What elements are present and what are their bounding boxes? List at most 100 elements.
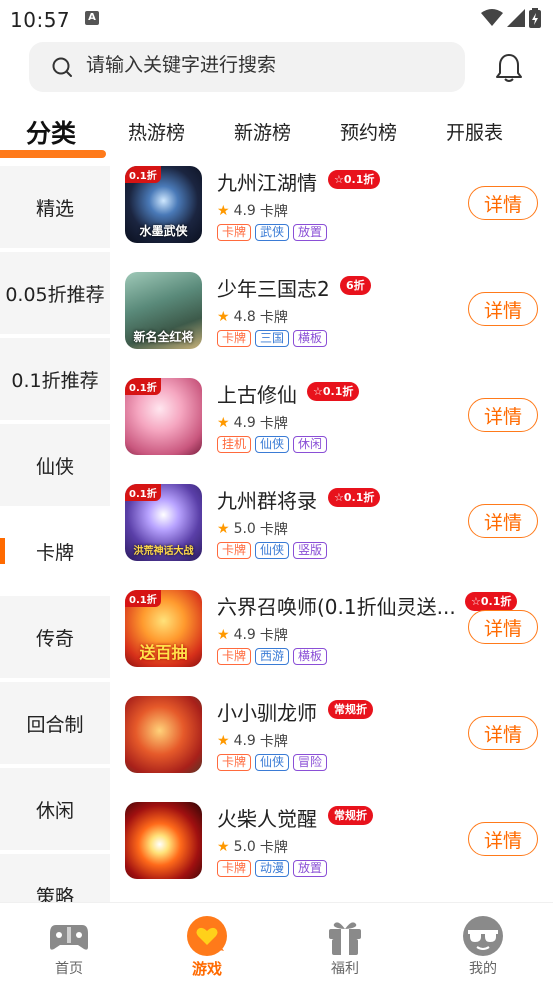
status-time: 10:57	[10, 8, 71, 32]
rating-value: 4.8	[233, 309, 256, 325]
game-rating: ★ 4.8 卡牌	[217, 307, 288, 327]
game-rating: ★ 4.9 卡牌	[217, 731, 288, 751]
discount-badge: ☆0.1折	[328, 170, 381, 189]
game-item[interactable]: 小小驯龙师 常规折 ★ 4.9 卡牌 卡牌 仙侠 冒险 详情	[110, 690, 553, 796]
game-genre: 卡牌	[259, 204, 288, 220]
detail-button[interactable]: 详情	[468, 398, 538, 432]
sidebar-item-label: 仙侠	[35, 455, 74, 478]
nav-welfare[interactable]: 福利	[276, 903, 414, 984]
sidebar-item-xianxia[interactable]: 仙侠	[0, 424, 110, 506]
bell-icon[interactable]	[494, 52, 524, 84]
game-tag: 动漫	[255, 860, 290, 877]
tab-category[interactable]: 分类	[26, 114, 76, 150]
sidebar: 精选 0.05折推荐 0.1折推荐 仙侠 卡牌 传奇 回合制 休闲 策略	[0, 166, 110, 902]
game-item[interactable]: 火柴人觉醒 常规折 ★ 5.0 卡牌 卡牌 动漫 放置 详情	[110, 796, 553, 902]
game-genre: 卡牌	[259, 628, 288, 644]
tab-server[interactable]: 开服表	[446, 118, 503, 145]
detail-button[interactable]: 详情	[468, 610, 538, 644]
tab-reserve[interactable]: 预约榜	[340, 118, 397, 145]
nav-label: 游戏	[191, 960, 222, 978]
game-genre: 卡牌	[259, 522, 288, 538]
star-icon: ★	[217, 839, 230, 855]
game-cover	[125, 696, 202, 773]
sidebar-item-label: 回合制	[26, 713, 84, 736]
tab-hot[interactable]: 热游榜	[128, 118, 185, 145]
game-item[interactable]: 0.1折 送百抽 六界召唤师(0.1折仙灵送... ☆0.1折 ★ 4.9 卡牌 卡…	[110, 584, 553, 690]
notification-a-icon: A	[85, 11, 99, 25]
game-tag: 休闲	[293, 436, 328, 453]
game-item[interactable]: 新名全红将 少年三国志2 6折 ★ 4.8 卡牌 卡牌 三国 横板 详情	[110, 266, 553, 372]
game-name: 小小驯龙师	[217, 701, 317, 725]
sidebar-item-label: 0.1折推荐	[11, 369, 99, 392]
rating-value: 4.9	[233, 733, 256, 749]
gift-icon	[329, 922, 361, 955]
sidebar-item-card[interactable]: 卡牌	[0, 510, 110, 592]
nav-label: 我的	[469, 961, 497, 977]
game-cover: 新名全红将	[125, 272, 202, 349]
star-icon: ★	[217, 627, 230, 643]
game-tag: 武侠	[255, 224, 290, 241]
star-icon: ★	[217, 521, 230, 537]
search-bar[interactable]	[29, 42, 465, 92]
game-cover: 0.1折 洪荒神话大战	[125, 484, 202, 561]
discount-badge: 常规折	[328, 700, 373, 719]
rating-value: 5.0	[233, 839, 256, 855]
nav-profile[interactable]: 我的	[414, 903, 552, 984]
detail-button[interactable]: 详情	[468, 292, 538, 326]
sidebar-item-legend[interactable]: 传奇	[0, 596, 110, 678]
tab-new[interactable]: 新游榜	[234, 118, 291, 145]
game-rating: ★ 5.0 卡牌	[217, 837, 288, 857]
rating-value: 4.9	[233, 415, 256, 431]
discount-badge: 6折	[340, 276, 371, 295]
search-input[interactable]	[86, 54, 446, 76]
wifi-icon	[481, 9, 503, 26]
game-tag: 卡牌	[217, 224, 252, 241]
game-tag: 仙侠	[255, 436, 290, 453]
game-tag: 放置	[293, 860, 328, 877]
gamepad-icon	[50, 925, 88, 950]
game-tag: 放置	[293, 224, 328, 241]
game-tag: 竖版	[293, 542, 328, 559]
sidebar-item-label: 卡牌	[35, 541, 74, 564]
game-name: 九州江湖情	[217, 171, 317, 195]
star-icon: ★	[217, 309, 230, 325]
game-rating: ★ 4.9 卡牌	[217, 625, 288, 645]
game-genre: 卡牌	[259, 840, 288, 856]
game-tag: 卡牌	[217, 330, 252, 347]
cover-badge: 0.1折	[125, 378, 161, 395]
sidebar-item-label: 策略	[35, 886, 74, 902]
game-item[interactable]: 0.1折 水墨武侠 九州江湖情 ☆0.1折 ★ 4.9 卡牌 卡牌 武侠 放置 详情	[110, 160, 553, 266]
game-tag: 卡牌	[217, 860, 252, 877]
game-name: 九州群将录	[217, 489, 317, 513]
nav-games[interactable]: 游戏	[138, 903, 276, 984]
detail-button[interactable]: 详情	[468, 504, 538, 538]
sidebar-item-turn-based[interactable]: 回合制	[0, 682, 110, 764]
nav-home[interactable]: 首页	[0, 903, 138, 984]
game-name: 火柴人觉醒	[217, 807, 317, 831]
cover-badge: 0.1折	[125, 166, 161, 183]
game-tag: 横板	[293, 648, 328, 665]
star-icon: ★	[217, 733, 230, 749]
sidebar-item-strategy[interactable]: 策略	[0, 854, 110, 902]
game-item[interactable]: 0.1折 上古修仙 ☆0.1折 ★ 4.9 卡牌 挂机 仙侠 休闲 详情	[110, 372, 553, 478]
bottom-nav: 首页 游戏 福利 我的	[0, 902, 553, 984]
cover-text: 洪荒神话大战	[133, 546, 194, 557]
game-item[interactable]: 0.1折 洪荒神话大战 九州群将录 ☆0.1折 ★ 5.0 卡牌 卡牌 仙侠 竖版 …	[110, 478, 553, 584]
rating-value: 4.9	[233, 627, 256, 643]
sidebar-item-featured[interactable]: 精选	[0, 166, 110, 248]
sidebar-item-0-05-discount[interactable]: 0.05折推荐	[0, 252, 110, 334]
sidebar-item-casual[interactable]: 休闲	[0, 768, 110, 850]
detail-button[interactable]: 详情	[468, 716, 538, 750]
game-tag: 西游	[255, 648, 290, 665]
sidebar-item-label: 0.05折推荐	[5, 283, 105, 306]
sidebar-item-0-1-discount[interactable]: 0.1折推荐	[0, 338, 110, 420]
game-name: 六界召唤师(0.1折仙灵送...	[217, 595, 456, 619]
active-marker	[0, 538, 5, 564]
cover-badge: 0.1折	[125, 590, 161, 607]
game-tag: 挂机	[217, 436, 252, 453]
game-genre: 卡牌	[259, 310, 288, 326]
cover-badge: 0.1折	[125, 484, 161, 501]
game-tag: 三国	[255, 330, 290, 347]
detail-button[interactable]: 详情	[468, 822, 538, 856]
detail-button[interactable]: 详情	[468, 186, 538, 220]
